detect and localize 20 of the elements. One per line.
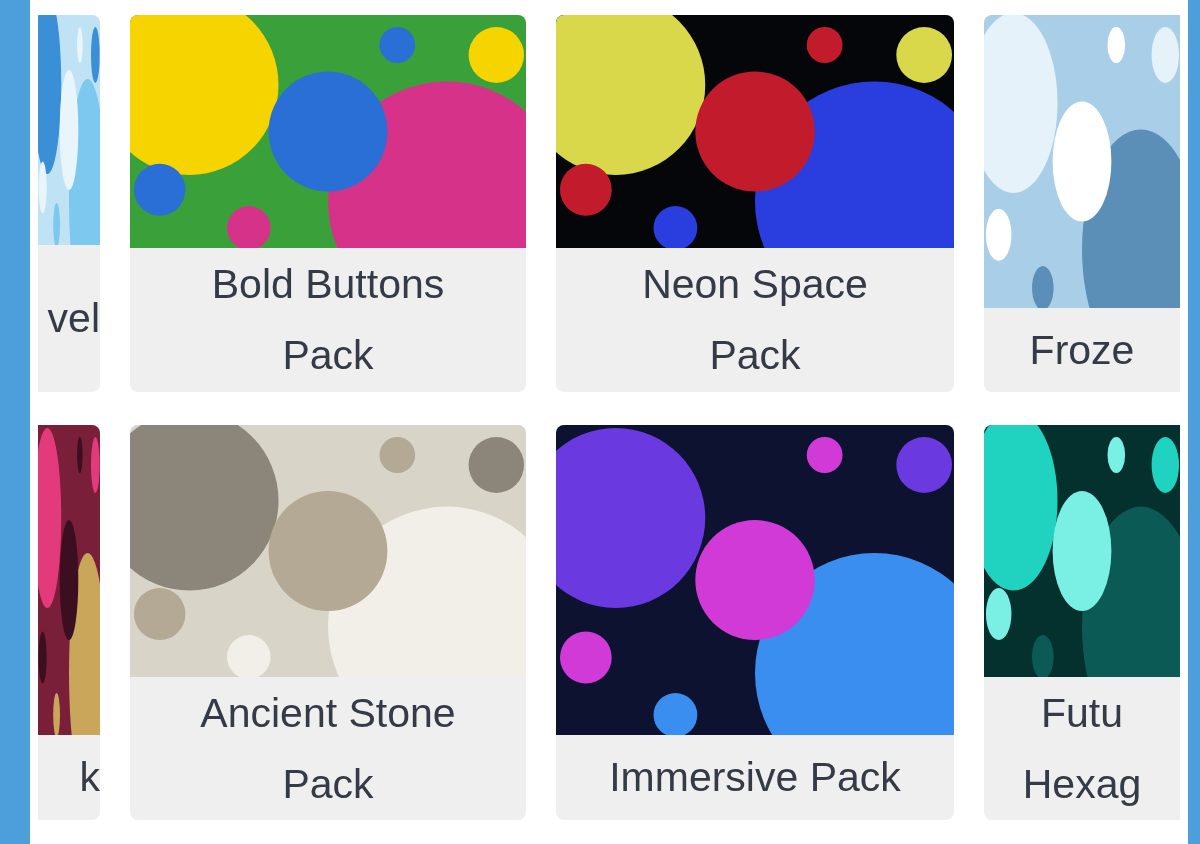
card-title[interactable]: Pack [709, 320, 801, 391]
card-title[interactable]: Froze [1029, 314, 1135, 386]
card-title[interactable]: Futu [1040, 677, 1123, 749]
card-background[interactable]: Immersive Pack [556, 425, 954, 820]
card-background[interactable]: k [38, 425, 100, 820]
card-title[interactable]: Bold Buttons [211, 249, 445, 320]
card-background[interactable]: Bold Buttons Pack [130, 15, 526, 392]
card-title[interactable]: vel [47, 283, 100, 354]
card-title[interactable]: Pack [282, 320, 374, 391]
card-title[interactable]: Hexag [1022, 748, 1142, 820]
card-background[interactable]: Froze [984, 15, 1180, 392]
card-background[interactable]: Futu Hexag [984, 425, 1180, 820]
card-background[interactable]: Ancient Stone Pack [130, 425, 526, 820]
card-background[interactable]: Neon Space Pack [556, 15, 954, 392]
card-title[interactable]: Pack [282, 748, 374, 820]
card-title[interactable]: Neon Space [642, 249, 868, 320]
card-title[interactable]: Immersive Pack [609, 742, 901, 813]
card-background[interactable]: vel [38, 15, 100, 392]
card-title[interactable]: k [79, 742, 100, 813]
card-title[interactable]: Ancient Stone [200, 677, 456, 749]
